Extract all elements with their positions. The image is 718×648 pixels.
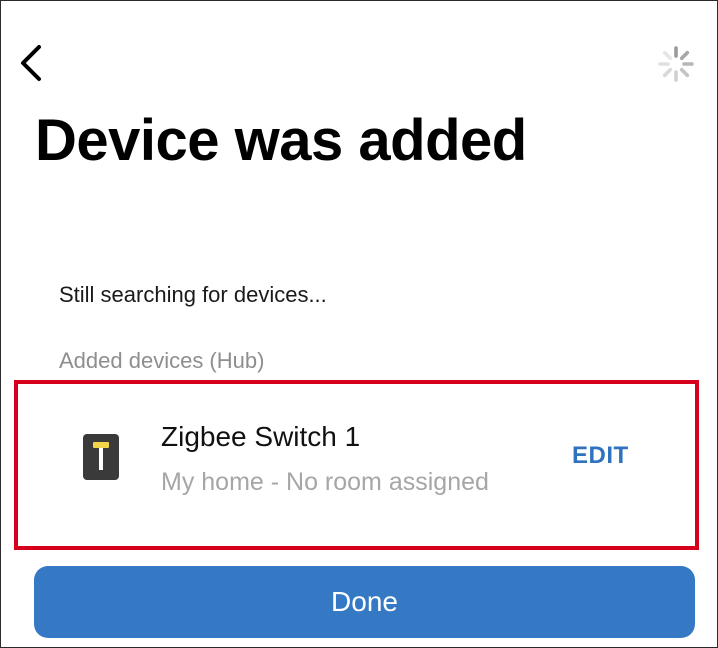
- searching-status-text: Still searching for devices...: [59, 282, 327, 307]
- back-button[interactable]: [15, 41, 51, 85]
- device-added-screen: Device was added Still searching for dev…: [0, 0, 718, 648]
- added-devices-section-label: Added devices (Hub): [59, 348, 265, 373]
- chevron-left-icon: [21, 45, 41, 81]
- device-location: My home - No room assigned: [161, 468, 489, 496]
- done-button[interactable]: Done: [34, 566, 695, 638]
- loading-spinner-icon: [656, 44, 696, 84]
- edit-device-button[interactable]: EDIT: [572, 442, 629, 470]
- device-name: Zigbee Switch 1: [161, 421, 361, 452]
- switch-device-icon: [82, 433, 122, 481]
- device-list-item[interactable]: Zigbee Switch 1 My home - No room assign…: [18, 384, 695, 546]
- page-title: Device was added: [35, 108, 527, 173]
